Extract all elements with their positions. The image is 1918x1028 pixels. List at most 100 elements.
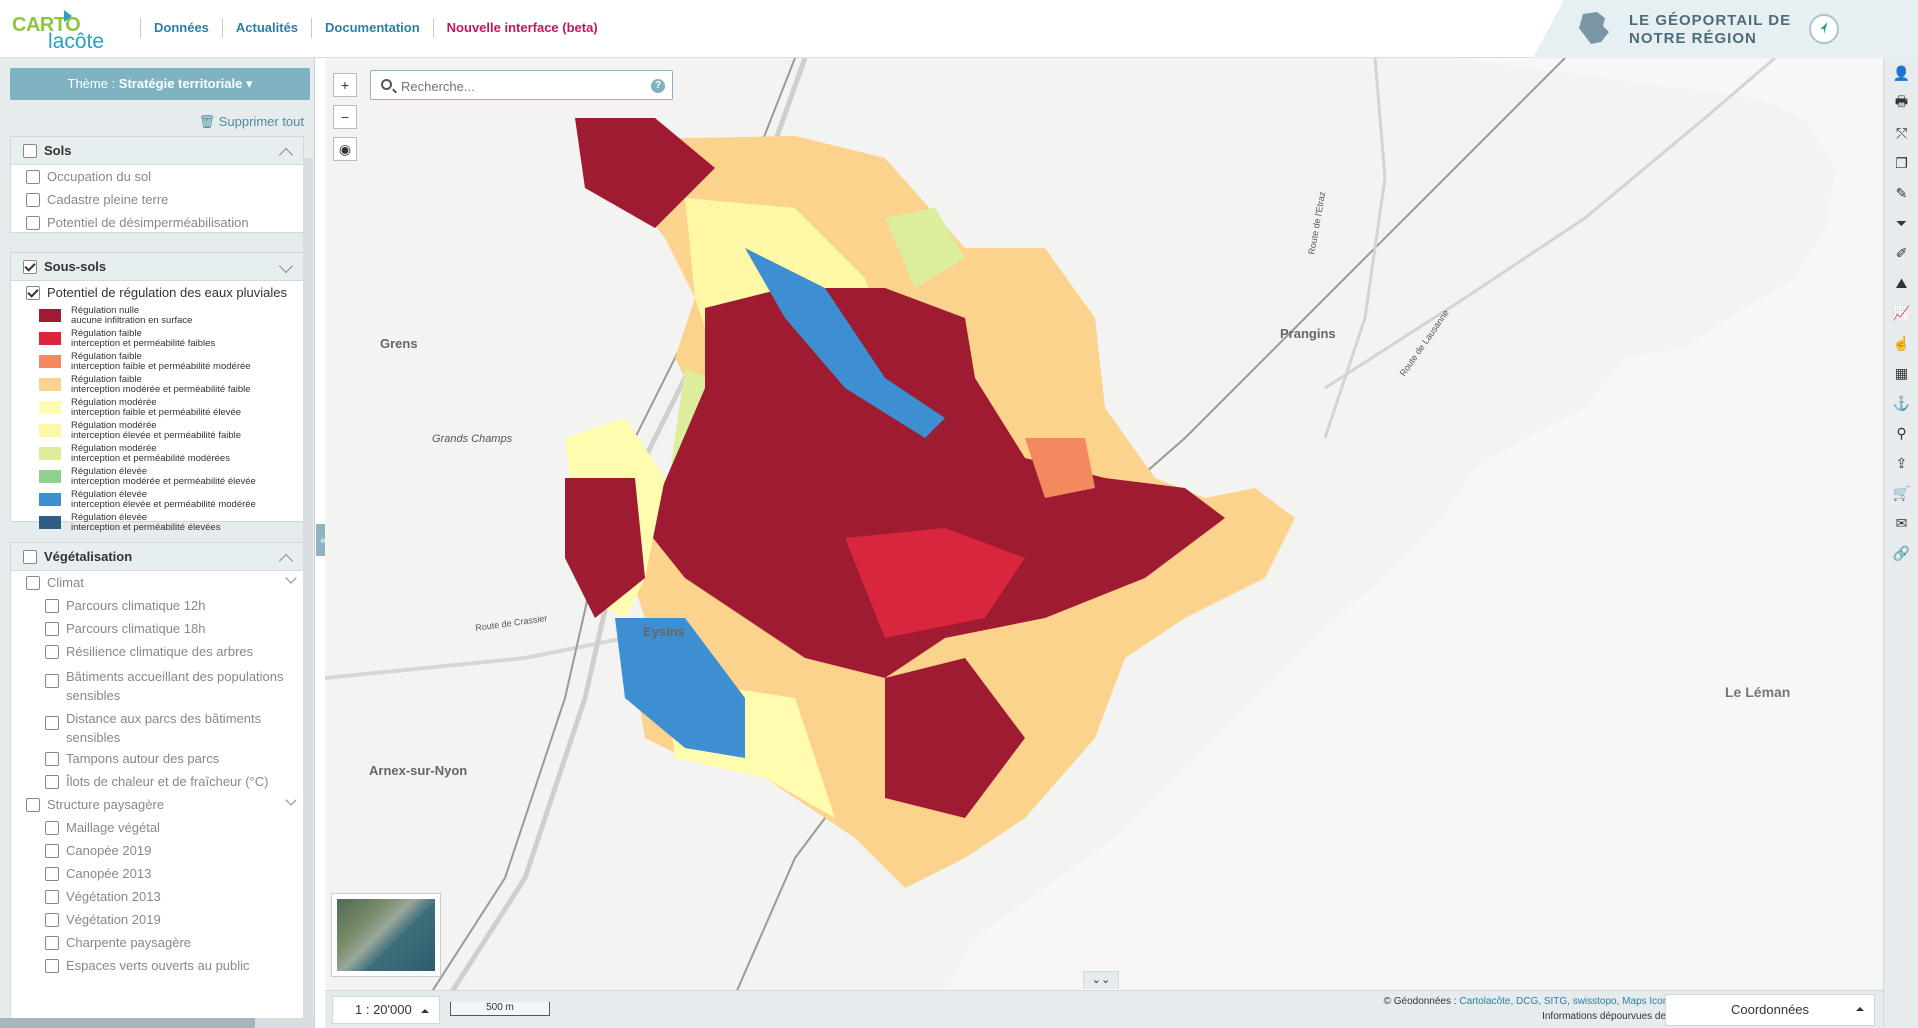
group-sols-checkbox[interactable] [23, 143, 37, 158]
chevron-up-icon[interactable] [278, 147, 294, 163]
layer-checkbox[interactable] [45, 889, 59, 904]
layer-checkbox[interactable] [26, 215, 40, 230]
layer-checkbox[interactable] [45, 644, 59, 659]
pointer-icon[interactable]: ☝ [1884, 328, 1918, 358]
layer-distance-parcs[interactable]: Distance aux parcs des bâtiments sensible… [11, 705, 303, 747]
layer-regulation-eaux[interactable]: Potentiel de régulation des eaux pluvial… [11, 281, 303, 304]
coordinates-select[interactable]: Coordonnées [1665, 994, 1875, 1026]
nav-documentation[interactable]: Documentation [312, 18, 434, 38]
geoportail-line1: LE GÉOPORTAIL DE [1629, 12, 1792, 29]
panel-horizontal-scrollbar[interactable] [0, 1018, 314, 1028]
layer-occupation-sol[interactable]: Occupation du sol [11, 165, 303, 188]
legend-text: Régulation modérée interception élevée et… [71, 420, 241, 441]
group-sous-sols-header[interactable]: Sous-sols [11, 253, 303, 281]
group-sous-sols-checkbox[interactable] [23, 259, 37, 274]
panel-scrollbar[interactable] [303, 158, 313, 1018]
layer-resilience-arbres[interactable]: Résilience climatique des arbres [11, 640, 303, 663]
layer-desimpermeabilisation[interactable]: Potentiel de désimperméabilisation [11, 211, 303, 234]
layers-icon[interactable]: ❐ [1884, 148, 1918, 178]
group-sous-sols: Sous-sols Potentiel de régulation des ea… [10, 252, 304, 532]
group-vegetalisation-header[interactable]: Végétalisation [11, 543, 303, 571]
chevron-down-icon[interactable] [278, 258, 294, 274]
layer-ilots-chaleur[interactable]: Îlots de chaleur et de fraîcheur (°C) [11, 770, 303, 793]
geolocate-button[interactable]: ◉ [333, 137, 357, 161]
layer-tampons-parcs[interactable]: Tampons autour des parcs [11, 747, 303, 770]
layer-checkbox[interactable] [45, 674, 59, 688]
expand-bottom-button[interactable]: ⌄⌄ [1083, 971, 1119, 989]
user-icon[interactable]: 👤 [1884, 58, 1918, 88]
edit-icon[interactable]: ✐ [1884, 238, 1918, 268]
calculator-icon[interactable]: ▦ [1884, 358, 1918, 388]
help-icon[interactable]: ? [651, 79, 665, 93]
cart-icon[interactable]: 🛒 [1884, 478, 1918, 508]
basemap-switcher[interactable] [331, 893, 441, 977]
scrollbar-thumb[interactable] [0, 1018, 255, 1028]
layer-charpente-paysagere[interactable]: Charpente paysagère [11, 931, 303, 954]
region-map-icon [1579, 12, 1609, 44]
clear-all-button[interactable]: 🗑 Supprimer tout [199, 114, 304, 130]
anchor-icon[interactable]: ⚓ [1884, 388, 1918, 418]
zoom-out-button[interactable]: − [333, 105, 357, 129]
layer-label: Espaces verts ouverts au public [66, 958, 250, 973]
legend-swatch [39, 447, 61, 460]
layer-maillage-vegetal[interactable]: Maillage végétal [11, 816, 303, 839]
layer-parcours-12h[interactable]: Parcours climatique 12h [11, 594, 303, 617]
search-input[interactable] [401, 77, 636, 95]
legend-swatch [39, 470, 61, 483]
chevron-down-icon[interactable] [285, 572, 297, 584]
layer-checkbox[interactable] [26, 285, 40, 300]
subgroup-checkbox[interactable] [26, 797, 40, 812]
layer-parcours-18h[interactable]: Parcours climatique 18h [11, 617, 303, 640]
layer-checkbox[interactable] [45, 598, 59, 613]
layer-espaces-verts[interactable]: Espaces verts ouverts au public [11, 954, 303, 977]
draw-icon[interactable]: ✎ [1884, 178, 1918, 208]
print-icon[interactable]: 🖶 [1884, 88, 1918, 118]
layer-checkbox[interactable] [45, 716, 59, 730]
subgroup-checkbox[interactable] [26, 575, 40, 590]
layer-checkbox[interactable] [45, 912, 59, 927]
group-vegetalisation-checkbox[interactable] [23, 549, 37, 564]
layer-label: Végétation 2019 [66, 912, 161, 927]
layer-canopee-2019[interactable]: Canopée 2019 [11, 839, 303, 862]
geoportail-banner[interactable]: LE GÉOPORTAIL DE NOTRE RÉGION [1533, 0, 1918, 58]
layer-checkbox[interactable] [26, 169, 40, 184]
layer-checkbox[interactable] [45, 621, 59, 636]
upload-icon[interactable]: ⇪ [1884, 448, 1918, 478]
layer-checkbox[interactable] [45, 751, 59, 766]
subgroup-climat[interactable]: Climat [11, 571, 303, 594]
layer-batiments-sensibles[interactable]: Bâtiments accueillant des populations sen… [11, 663, 303, 705]
zoom-search-icon[interactable]: ⚲ [1884, 418, 1918, 448]
layer-checkbox[interactable] [45, 774, 59, 789]
nav-donnees[interactable]: Données [140, 18, 223, 38]
subgroup-structure-paysagere[interactable]: Structure paysagère [11, 793, 303, 816]
profile-icon[interactable]: ⛰ [1884, 268, 1918, 298]
layer-checkbox[interactable] [26, 192, 40, 207]
theme-dropdown[interactable]: Thème : Stratégie territoriale ▾ [10, 68, 310, 100]
layer-cadastre[interactable]: Cadastre pleine terre [11, 188, 303, 211]
search-box[interactable]: ? [370, 70, 673, 100]
place-grens: Grens [380, 336, 418, 351]
map-canvas[interactable] [325, 58, 1883, 990]
group-sols-header[interactable]: Sols [11, 137, 303, 165]
layer-checkbox[interactable] [45, 843, 59, 858]
link-icon[interactable]: 🔗 [1884, 538, 1918, 568]
layer-vegetation-2013[interactable]: Végétation 2013 [11, 885, 303, 908]
mail-icon[interactable]: ✉ [1884, 508, 1918, 538]
layer-checkbox[interactable] [45, 866, 59, 881]
layer-checkbox[interactable] [45, 820, 59, 835]
layer-canopee-2013[interactable]: Canopée 2013 [11, 862, 303, 885]
layer-checkbox[interactable] [45, 935, 59, 950]
zoom-in-button[interactable]: + [333, 73, 357, 97]
chevron-down-icon[interactable] [285, 794, 297, 806]
nav-nouvelle-interface[interactable]: Nouvelle interface (beta) [434, 18, 611, 38]
scale-select[interactable]: 1 : 20'000 [332, 996, 440, 1024]
share-icon[interactable]: ⤲ [1884, 118, 1918, 148]
map-view[interactable]: Grens Prangins Eysins Arnex-sur-Nyon Le … [325, 58, 1883, 990]
chart-icon[interactable]: 📈 [1884, 298, 1918, 328]
layer-checkbox[interactable] [45, 958, 59, 973]
nav-actualites[interactable]: Actualités [223, 18, 313, 38]
filter-icon[interactable]: ⏷ [1884, 208, 1918, 238]
chevron-up-icon[interactable] [278, 553, 294, 569]
cartolacote-logo[interactable]: CARTO lacôte [12, 8, 117, 53]
layer-vegetation-2019[interactable]: Végétation 2019 [11, 908, 303, 931]
